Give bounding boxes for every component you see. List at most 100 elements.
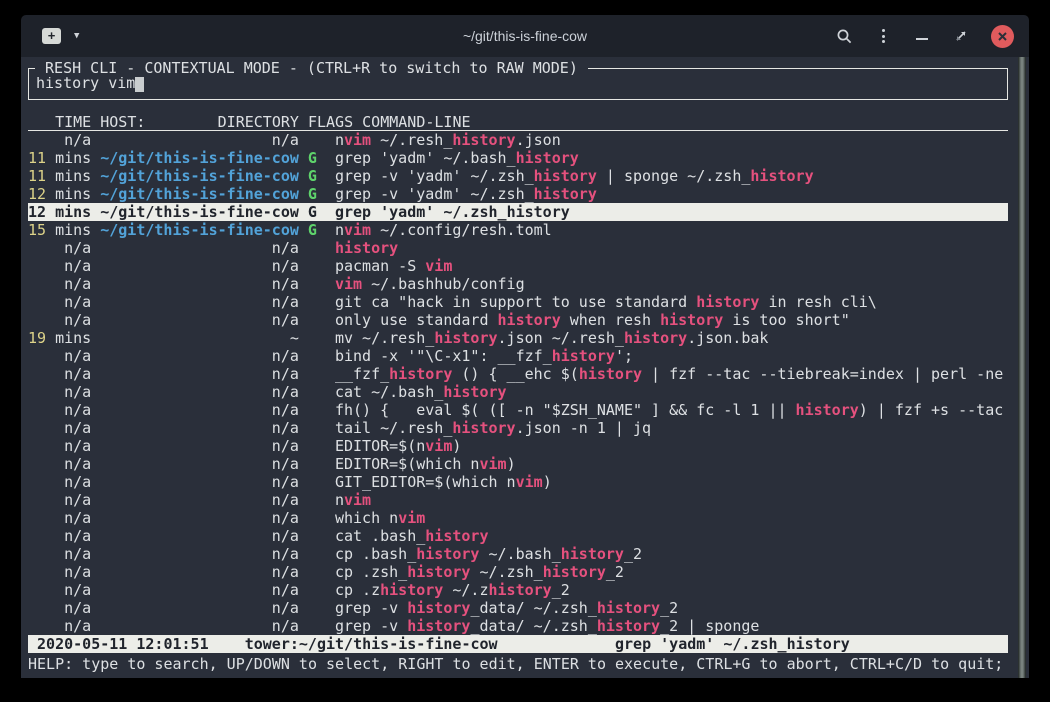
history-row[interactable]: n/an/ahistory (28, 239, 1008, 257)
search-button[interactable] (835, 27, 853, 45)
scrollbar[interactable] (1018, 57, 1026, 678)
history-row[interactable]: 11 mins~/git/this-is-fine-cowGgrep 'yadm… (28, 149, 1008, 167)
time-cell: n/a (28, 455, 91, 473)
history-row[interactable]: 15 mins ~/git/this-is-fine-cow Gnvim ~/.co… (28, 221, 1008, 239)
minimize-button[interactable] (913, 27, 931, 45)
history-row[interactable]: n/an/aEDITOR=$(which nvim) (28, 455, 1008, 473)
directory-cell: n/a (100, 293, 299, 311)
history-row[interactable]: n/an/acat ~/.bash_history (28, 383, 1008, 401)
history-row[interactable]: n/an/agrep -v history_data/ ~/.zsh_histo… (28, 617, 1008, 635)
history-row[interactable]: 12 mins~/git/this-is-fine-cowGgrep 'yadm… (28, 203, 1008, 221)
history-row[interactable]: n/an/acat .bash_history (28, 527, 1008, 545)
flags-cell: G (308, 167, 317, 185)
history-row[interactable]: n/an/aonly use standard history when res… (28, 311, 1008, 329)
history-row[interactable]: n/an/anvim (28, 491, 1008, 509)
directory-cell: n/a (100, 311, 299, 329)
history-row[interactable]: 11 mins~/git/this-is-fine-cowGgrep -v 'y… (28, 167, 1008, 185)
history-list: n/an/anvim ~/.resh_history.json11 mins~/… (28, 131, 1008, 635)
flags-cell (308, 563, 317, 581)
kebab-menu-button[interactable] (874, 27, 892, 45)
command-cell: which nvim (335, 509, 425, 527)
command-cell: nvim ~/.config/resh.toml (335, 221, 552, 239)
command-cell: __fzf_history () { __ehc $(history | fzf… (335, 365, 1003, 383)
command-cell: git ca "hack in support to use standard … (335, 293, 877, 311)
history-row[interactable]: n/an/aGIT_EDITOR=$(which nvim) (28, 473, 1008, 491)
history-row[interactable]: n/an/afh() { eval $( ([ -n "$ZSH_NAME" ]… (28, 401, 1008, 419)
history-row[interactable]: n/a n/a vim ~/.bashhub/config (28, 275, 1008, 293)
history-row[interactable]: 19 mins~mv ~/.resh_history.json ~/.resh_… (28, 329, 1008, 347)
flags-cell (308, 581, 317, 599)
command-cell: cp .zsh_history ~/.zsh_history_2 (335, 563, 624, 581)
history-row[interactable]: n/an/awhich nvim (28, 509, 1008, 527)
directory-cell: ~/git/this-is-fine-cow (100, 167, 299, 185)
flags-cell (308, 545, 317, 563)
history-row[interactable]: n/an/apacman -S vim (28, 257, 1008, 275)
directory-cell: n/a (100, 599, 299, 617)
flags-cell: G (308, 221, 317, 239)
flags-cell (308, 383, 317, 401)
directory-cell: n/a (100, 275, 299, 293)
directory-cell: n/a (100, 437, 299, 455)
time-cell: 12 mins (28, 203, 91, 221)
directory-cell: n/a (100, 473, 299, 491)
history-row[interactable]: n/an/acp .zsh_history ~/.zsh_history_2 (28, 563, 1008, 581)
history-row[interactable]: 12 mins~/git/this-is-fine-cowGgrep -v 'y… (28, 185, 1008, 203)
titlebar[interactable]: + ▼ ~/git/this-is-fine-cow (21, 15, 1029, 57)
time-cell: n/a (28, 347, 91, 365)
history-row[interactable]: n/an/anvim ~/.resh_history.json (28, 131, 1008, 149)
history-row[interactable]: n/an/a__fzf_history () { __ehc $(history… (28, 365, 1008, 383)
flags-cell (308, 455, 317, 473)
flags-cell (308, 239, 317, 257)
status-command: grep 'yadm' ~/.zsh_history (615, 635, 850, 653)
status-host-dir: tower:~/git/this-is-fine-cow (245, 635, 498, 653)
restore-button[interactable] (952, 27, 970, 45)
directory-cell: ~/git/this-is-fine-cow (100, 221, 299, 239)
minimize-icon (916, 38, 928, 40)
time-cell: n/a (28, 473, 91, 491)
time-cell: n/a (28, 311, 91, 329)
directory-cell: n/a (100, 581, 299, 599)
history-row[interactable]: n/an/atail ~/.resh_history.json -n 1 | j… (28, 419, 1008, 437)
history-row[interactable]: n/an/aEDITOR=$(nvim) (28, 437, 1008, 455)
command-cell: bind -x '"\C-x1": __fzf_history'; (335, 347, 633, 365)
flags-cell: G (308, 149, 317, 167)
time-cell: n/a (28, 581, 91, 599)
flags-cell: G (308, 203, 317, 221)
time-cell: n/a (28, 599, 91, 617)
command-cell: fh() { eval $( ([ -n "$ZSH_NAME" ] && fc… (335, 401, 1003, 419)
close-button[interactable] (991, 25, 1014, 48)
command-cell: grep 'yadm' ~/.zsh_history (335, 203, 570, 221)
flags-cell (308, 437, 317, 455)
command-cell: grep -v 'yadm' ~/.zsh_history | sponge ~… (335, 167, 814, 185)
flags-cell (308, 257, 317, 275)
history-row[interactable]: n/an/agrep -v history_data/ ~/.zsh_histo… (28, 599, 1008, 617)
flags-cell (308, 329, 317, 347)
history-row[interactable]: n/an/abind -x '"\C-x1": __fzf_history'; (28, 347, 1008, 365)
command-cell: history (335, 239, 398, 257)
table-header: TIME HOST: DIRECTORY FLAGS COMMAND-LINE (28, 113, 1008, 131)
search-panel-title: RESH CLI - CONTEXTUAL MODE - (CTRL+R to … (35, 59, 588, 77)
directory-cell: n/a (100, 509, 299, 527)
directory-cell: n/a (100, 617, 299, 635)
flags-cell (308, 509, 317, 527)
flags-cell (308, 311, 317, 329)
command-cell: cp .zhistory ~/.zhistory_2 (335, 581, 570, 599)
directory-cell: n/a (100, 419, 299, 437)
directory-cell: n/a (100, 383, 299, 401)
flags-cell: G (308, 185, 317, 203)
close-icon (997, 31, 1008, 42)
flags-cell (308, 365, 317, 383)
history-row[interactable]: n/a n/a cp .zhistory ~/.zhistory_2 (28, 581, 1008, 599)
time-cell: 15 mins (28, 221, 91, 239)
time-cell: n/a (28, 491, 91, 509)
flags-cell (308, 347, 317, 365)
time-cell: n/a (28, 257, 91, 275)
search-panel: RESH CLI - CONTEXTUAL MODE - (CTRL+R to … (28, 68, 1008, 100)
history-row[interactable]: n/an/acp .bash_history ~/.bash_history_2 (28, 545, 1008, 563)
flags-cell (308, 617, 317, 635)
time-cell: n/a (28, 275, 91, 293)
command-cell: vim ~/.bashhub/config (335, 275, 525, 293)
command-cell: cat ~/.bash_history (335, 383, 507, 401)
history-row[interactable]: n/an/agit ca "hack in support to use sta… (28, 293, 1008, 311)
directory-cell: ~/git/this-is-fine-cow (100, 149, 299, 167)
